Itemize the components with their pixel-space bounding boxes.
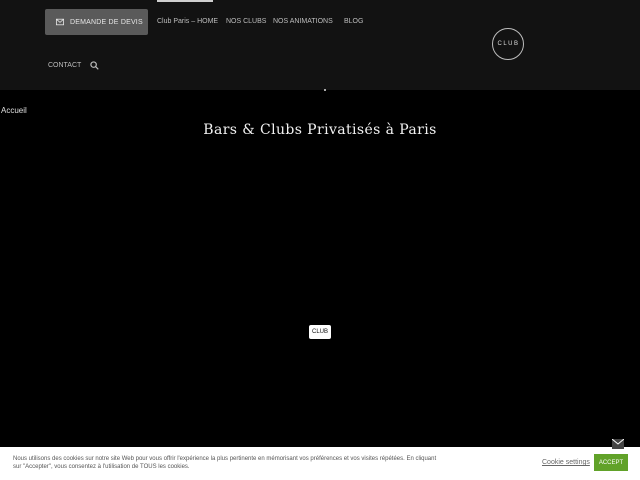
mail-icon[interactable] (612, 439, 624, 449)
nav-item-animations[interactable]: NOS ANIMATIONS (273, 18, 333, 25)
request-quote-button[interactable]: Demande de devis (45, 9, 148, 35)
loader-text: CLUB (311, 329, 328, 335)
loading-logo: CLUB (309, 325, 331, 339)
logo-text: CLUB (497, 41, 520, 47)
indicator-dot (324, 89, 326, 91)
request-quote-label: Demande de devis (70, 18, 143, 26)
site-header: Demande de devis Club Paris – HOME NOS C… (0, 0, 640, 90)
page-title: Bars & Clubs Privatisés à Paris (203, 122, 437, 138)
nav-item-contact[interactable]: CONTACT (48, 62, 81, 69)
accept-cookies-button[interactable]: ACCEPT (594, 454, 628, 471)
cookie-text: Nous utilisons des cookies sur notre sit… (13, 456, 437, 470)
cookie-settings-link[interactable]: Cookie settings (542, 459, 590, 466)
envelope-icon (56, 18, 64, 26)
nav-item-clubs[interactable]: NOS CLUBS (226, 18, 266, 25)
breadcrumb[interactable]: Accueil (1, 106, 27, 115)
nav-item-home[interactable]: Club Paris – HOME (157, 0, 218, 25)
site-logo[interactable]: CLUB (492, 28, 524, 60)
search-icon[interactable] (90, 61, 99, 70)
nav-item-blog[interactable]: BLOG (344, 18, 363, 25)
